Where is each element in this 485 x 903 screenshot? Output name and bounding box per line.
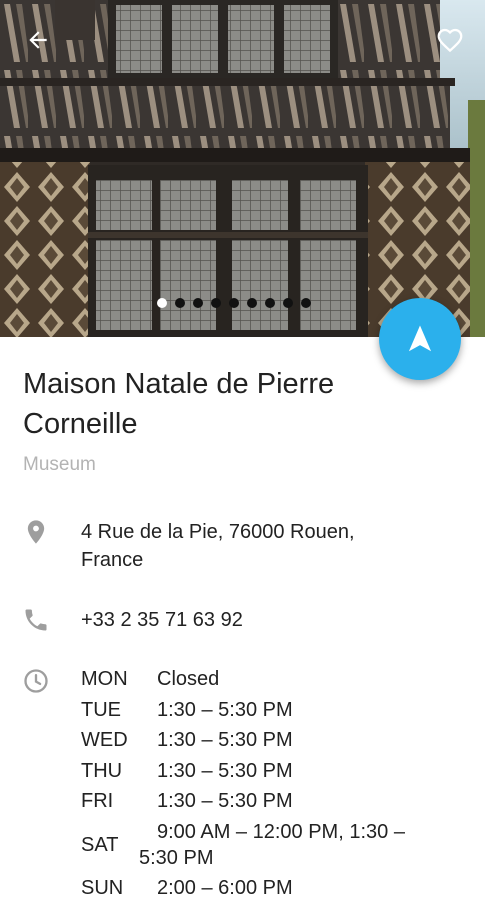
navigation-arrow-icon: [405, 323, 435, 355]
favorite-button[interactable]: [430, 20, 470, 60]
back-button[interactable]: [20, 22, 56, 58]
gallery-dot[interactable]: [301, 298, 311, 308]
heart-outline-icon: [435, 25, 465, 55]
hours-day: THU: [81, 756, 157, 787]
hours-time: 2:00 – 6:00 PM: [157, 873, 293, 903]
hours-time-continued: 5:30 PM: [139, 845, 213, 871]
opening-hours-list: MON Closed TUE 1:30 – 5:30 PM WED 1:30 –…: [81, 664, 293, 903]
phone-icon: [22, 606, 50, 634]
gallery-dot[interactable]: [229, 298, 239, 308]
hours-item: MON Closed: [81, 664, 293, 695]
hours-time: 1:30 – 5:30 PM: [157, 695, 293, 726]
gallery-dot[interactable]: [247, 298, 257, 308]
hours-day: MON: [81, 664, 157, 695]
gallery-dot[interactable]: [211, 298, 221, 308]
hours-time: 9:00 AM – 12:00 PM, 1:30 –: [157, 819, 405, 845]
hours-item: THU 1:30 – 5:30 PM: [81, 756, 293, 787]
arrow-back-icon: [25, 27, 51, 53]
hours-time: 1:30 – 5:30 PM: [157, 725, 293, 756]
place-name: Maison Natale de Pierre Corneille: [23, 364, 423, 444]
hours-day: WED: [81, 725, 157, 756]
phone-number: +33 2 35 71 63 92: [81, 606, 243, 634]
gallery-dot[interactable]: [157, 298, 167, 308]
gallery-dot[interactable]: [175, 298, 185, 308]
hours-day: FRI: [81, 786, 157, 817]
gallery-page-indicator: [157, 298, 311, 308]
hours-day: TUE: [81, 695, 157, 726]
gallery-dot[interactable]: [283, 298, 293, 308]
hours-day: SUN: [81, 873, 157, 903]
location-pin-icon: [22, 518, 50, 546]
hours-item: SAT 9:00 AM – 12:00 PM, 1:30 – 5:30 PM: [81, 817, 293, 873]
address-text: 4 Rue de la Pie, 76000 Rouen, France: [81, 518, 421, 574]
building-photo: [0, 0, 485, 337]
hours-time: 1:30 – 5:30 PM: [157, 786, 293, 817]
hours-time: Closed: [157, 664, 219, 695]
place-category: Museum: [23, 454, 96, 476]
hours-item: TUE 1:30 – 5:30 PM: [81, 695, 293, 726]
place-photo-gallery[interactable]: [0, 0, 485, 337]
hours-item: SUN 2:00 – 6:00 PM: [81, 873, 293, 903]
hours-item: WED 1:30 – 5:30 PM: [81, 725, 293, 756]
hours-item: FRI 1:30 – 5:30 PM: [81, 786, 293, 817]
clock-icon: [22, 667, 50, 695]
directions-button[interactable]: [379, 298, 461, 380]
gallery-dot[interactable]: [193, 298, 203, 308]
gallery-dot[interactable]: [265, 298, 275, 308]
hours-time: 1:30 – 5:30 PM: [157, 756, 293, 787]
